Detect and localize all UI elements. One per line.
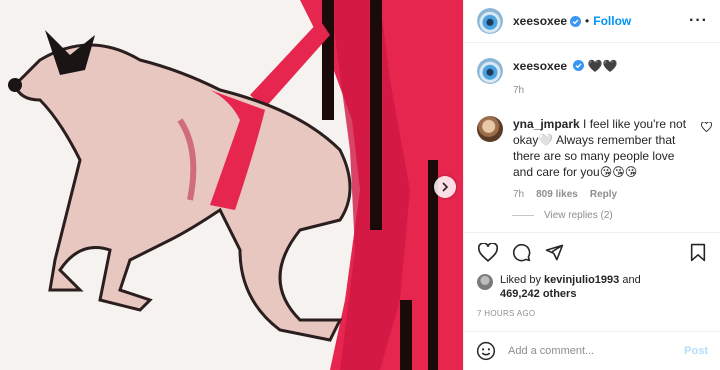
share-icon[interactable] (545, 243, 564, 262)
comment-time[interactable]: 7h (513, 187, 524, 203)
add-comment-bar: Add a comment... Post (464, 331, 720, 370)
caption-time[interactable]: 7h (513, 83, 618, 99)
view-replies-button[interactable]: View replies (2) (512, 210, 613, 221)
comment-heart-icon[interactable] (701, 122, 712, 132)
caption-username[interactable]: xeesoxee (513, 59, 567, 73)
follow-button[interactable]: Follow (593, 14, 631, 28)
save-icon[interactable] (690, 243, 706, 262)
next-arrow-icon (442, 182, 449, 192)
likes-count[interactable]: 469,242 others (500, 288, 576, 300)
replies-divider (512, 215, 534, 216)
post-container: xeesoxee • Follow ··· xeesoxee 🖤🖤 7h yna… (0, 0, 720, 370)
action-bar (464, 232, 720, 272)
author-username[interactable]: xeesoxee (513, 14, 567, 28)
liker-avatar[interactable] (477, 274, 493, 290)
comment-meta: 7h 809 likes Reply (513, 187, 693, 203)
post-image[interactable] (0, 0, 463, 370)
comment-icon[interactable] (512, 243, 531, 262)
comment-item: yna_jmpark I feel like you're not okay🤍 … (477, 116, 712, 203)
separator-dot: • (585, 14, 590, 28)
post-timestamp[interactable]: 7 HOURS AGO (477, 309, 535, 318)
reply-button[interactable]: Reply (590, 187, 617, 203)
post-header: xeesoxee • Follow ··· (464, 0, 720, 43)
view-replies-label: View replies (2) (544, 210, 613, 221)
comment-likes[interactable]: 809 likes (536, 187, 578, 203)
commenter-avatar[interactable] (477, 116, 503, 142)
liked-by-and: and (622, 274, 641, 286)
post-comment-button[interactable]: Post (684, 345, 708, 357)
comment-input[interactable]: Add a comment... (508, 345, 684, 357)
verified-badge-icon (573, 60, 585, 71)
next-image-button[interactable] (434, 176, 456, 198)
more-options-icon[interactable]: ··· (689, 12, 708, 30)
dog-painting (0, 0, 463, 370)
liked-by-prefix: Liked by (500, 274, 541, 286)
commenter-username[interactable]: yna_jmpark (513, 117, 580, 131)
caption-text: 🖤🖤 (587, 59, 618, 73)
liked-by-user[interactable]: kevinjulio1993 (544, 274, 619, 286)
caption-avatar[interactable] (477, 58, 503, 84)
heart-icon[interactable] (478, 243, 498, 262)
author-avatar[interactable] (477, 8, 503, 34)
caption: xeesoxee 🖤🖤 7h (477, 58, 712, 99)
likes-summary: Liked by kevinjulio1993 and 469,242 othe… (477, 273, 641, 301)
verified-badge-icon (570, 15, 582, 27)
emoji-icon[interactable] (476, 341, 496, 361)
post-sidebar: xeesoxee • Follow ··· xeesoxee 🖤🖤 7h yna… (463, 0, 720, 370)
